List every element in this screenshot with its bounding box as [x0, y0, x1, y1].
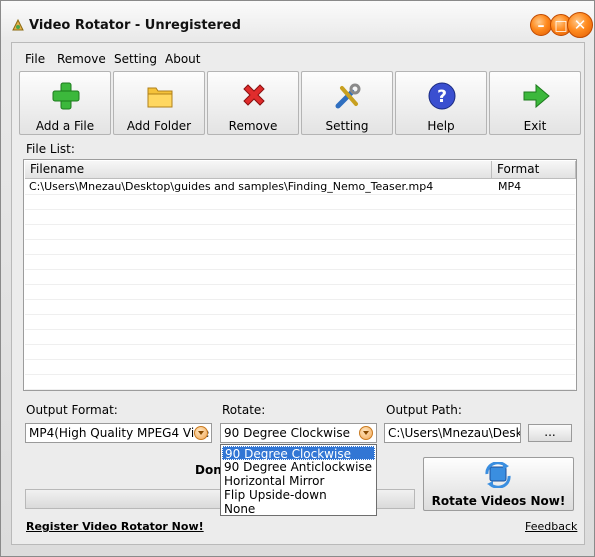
empty-row — [25, 360, 575, 375]
rotate-select[interactable]: 90 Degree Clockwise — [220, 423, 377, 443]
empty-row — [25, 375, 575, 390]
empty-row — [25, 330, 575, 345]
empty-row — [25, 240, 575, 255]
add-folder-button[interactable]: Add Folder — [113, 71, 205, 135]
row-format: MP4 — [498, 180, 522, 193]
column-header-filename[interactable]: Filename — [25, 161, 492, 179]
menu-file[interactable]: File — [25, 52, 45, 66]
red-x-icon — [243, 84, 265, 106]
browse-button[interactable]: ... — [528, 424, 572, 442]
app-icon — [12, 18, 24, 31]
menu-about[interactable]: About — [165, 52, 200, 66]
empty-row — [25, 285, 575, 300]
empty-row — [25, 195, 575, 210]
minimize-button[interactable]: – — [530, 14, 552, 36]
app-window: Video Rotator - Unregistered – □ ✕ File … — [0, 0, 595, 557]
add-file-button[interactable]: Add a File — [19, 71, 111, 135]
remove-button[interactable]: Remove — [207, 71, 299, 135]
register-link[interactable]: Register Video Rotator Now! — [26, 520, 204, 533]
empty-row — [25, 225, 575, 240]
green-arrow-icon — [523, 83, 550, 109]
output-format-label: Output Format: — [26, 403, 118, 417]
chevron-down-icon[interactable] — [359, 426, 373, 440]
rotate-option[interactable]: Flip Upside-down — [222, 488, 375, 502]
rotate-option[interactable]: None — [222, 502, 375, 516]
output-path-value: C:\Users\Mnezau\Desktc — [388, 426, 521, 440]
file-list-table[interactable]: Filename Format C:\Users\Mnezau\Desktop\… — [23, 159, 577, 391]
close-button[interactable]: ✕ — [567, 12, 593, 38]
rotate-value: 90 Degree Clockwise — [224, 426, 350, 440]
row-filename: C:\Users\Mnezau\Desktop\guides and sampl… — [29, 180, 434, 193]
rotate-option[interactable]: Horizontal Mirror — [222, 474, 375, 488]
menu-remove[interactable]: Remove — [57, 52, 106, 66]
rotate-videos-label: Rotate Videos Now! — [431, 494, 566, 508]
add-folder-label: Add Folder — [126, 119, 192, 133]
empty-row — [25, 345, 575, 360]
help-label: Help — [427, 119, 455, 133]
empty-row — [25, 315, 575, 330]
rotate-option[interactable]: 90 Degree Clockwise — [222, 446, 375, 461]
rotate-label: Rotate: — [222, 403, 266, 417]
add-file-label: Add a File — [35, 119, 95, 133]
menu-setting[interactable]: Setting — [114, 52, 157, 66]
rotate-videos-button[interactable]: Rotate Videos Now! — [423, 457, 574, 511]
title-bar[interactable]: Video Rotator - Unregistered – □ ✕ — [1, 1, 594, 39]
output-path-field[interactable]: C:\Users\Mnezau\Desktc — [384, 423, 521, 443]
file-list-label: File List: — [26, 142, 75, 156]
rotate-option[interactable]: 90 Degree Anticlockwise — [222, 460, 375, 474]
green-plus-icon — [52, 82, 80, 110]
setting-button[interactable]: Setting — [301, 71, 393, 135]
column-header-format[interactable]: Format — [492, 161, 576, 179]
minimize-icon: – — [537, 18, 545, 34]
tools-icon — [335, 83, 361, 109]
setting-label: Setting — [325, 119, 369, 133]
feedback-link[interactable]: Feedback — [525, 520, 577, 533]
output-path-label: Output Path: — [386, 403, 462, 417]
close-icon: ✕ — [573, 16, 587, 34]
rotate-dropdown-list[interactable]: 90 Degree Clockwise 90 Degree Anticlockw… — [220, 444, 377, 516]
window-title: Video Rotator - Unregistered — [29, 18, 241, 33]
help-icon: ? — [428, 82, 456, 110]
status-text: Don — [195, 463, 222, 477]
remove-label: Remove — [228, 119, 278, 133]
help-button[interactable]: ? Help — [395, 71, 487, 135]
empty-row — [25, 270, 575, 285]
svg-text:?: ? — [437, 87, 447, 107]
output-format-select[interactable]: MP4(High Quality MPEG4 Vide — [25, 423, 212, 443]
exit-label: Exit — [523, 119, 547, 133]
exit-button[interactable]: Exit — [489, 71, 581, 135]
rotate-icon — [485, 462, 511, 488]
output-format-value: MP4(High Quality MPEG4 Vide — [29, 426, 210, 440]
empty-row — [25, 300, 575, 315]
empty-row — [25, 255, 575, 270]
folder-icon — [147, 87, 173, 108]
table-row[interactable]: C:\Users\Mnezau\Desktop\guides and sampl… — [25, 180, 575, 195]
empty-row — [25, 210, 575, 225]
chevron-down-icon[interactable] — [194, 426, 208, 440]
